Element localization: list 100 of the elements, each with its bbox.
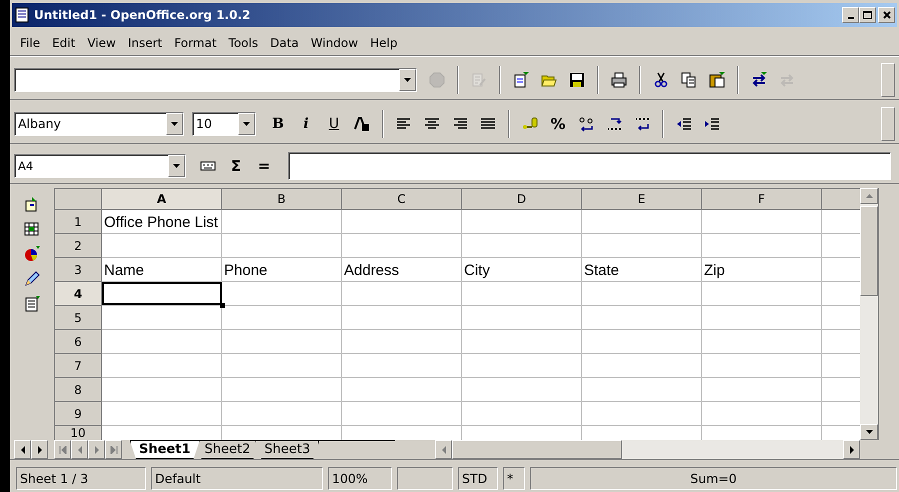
delete-decimal-icon[interactable] (634, 116, 650, 132)
column-header[interactable]: C (342, 189, 462, 210)
font-color-icon[interactable] (354, 116, 370, 132)
sheet-tab[interactable]: Sheet3 (255, 441, 320, 459)
close-icon[interactable] (882, 11, 890, 19)
font-size-field[interactable]: 10 (192, 112, 256, 136)
status-field: STD (458, 467, 498, 490)
align-center-icon[interactable] (424, 116, 440, 132)
scroll-right-icon[interactable] (36, 446, 44, 454)
row-header[interactable]: 6 (55, 330, 102, 354)
align-right-icon[interactable] (452, 116, 468, 132)
previous-sheet-icon[interactable] (76, 446, 84, 454)
scroll-left-button[interactable] (14, 440, 31, 459)
row-header[interactable]: 4 (55, 282, 102, 306)
dropdown-arrow-icon[interactable] (243, 122, 250, 126)
vertical-scrollbar[interactable] (860, 188, 878, 440)
menu-item[interactable]: View (81, 34, 122, 52)
menu-item[interactable]: Window (304, 34, 364, 52)
last-sheet-button[interactable] (105, 440, 122, 459)
column-header[interactable]: D (462, 189, 582, 210)
italic-button[interactable]: i (293, 112, 319, 136)
row-header[interactable]: 9 (55, 402, 102, 426)
menu-item[interactable]: Tools (222, 34, 264, 52)
menu-item[interactable]: File (14, 34, 46, 52)
table-cell-text: Phone (223, 261, 268, 281)
toolbar-scroller[interactable] (881, 106, 895, 140)
select-all-button[interactable] (55, 189, 102, 210)
url-field[interactable] (14, 68, 417, 92)
scroll-left-icon[interactable] (18, 446, 26, 454)
copy-icon[interactable] (681, 72, 697, 88)
column-header[interactable]: E (582, 189, 702, 210)
up-arrow-icon[interactable] (866, 194, 872, 198)
table-cell-text: Office Phone List (103, 213, 219, 233)
menu-item[interactable]: Help (364, 34, 404, 52)
menu-item[interactable]: Edit (46, 34, 82, 52)
next-sheet-icon[interactable] (92, 446, 100, 454)
left-arrow-icon[interactable] (440, 446, 448, 454)
row-header[interactable]: 3 (55, 258, 102, 282)
bold-button[interactable]: B (265, 112, 291, 136)
scroll-right-button[interactable] (31, 440, 48, 459)
row-header[interactable]: 1 (55, 210, 102, 234)
indent-icon[interactable] (704, 116, 720, 132)
row-header[interactable]: 5 (55, 306, 102, 330)
table-icon[interactable] (24, 221, 40, 237)
justify-icon[interactable] (480, 116, 496, 132)
maximize-button[interactable] (859, 7, 876, 23)
printer-icon[interactable] (611, 72, 627, 88)
status-field: 100% (328, 467, 392, 490)
right-arrow-icon[interactable] (848, 446, 856, 454)
status-field: * (503, 467, 525, 490)
menu-item[interactable]: Insert (122, 34, 168, 52)
row-header[interactable]: 8 (55, 378, 102, 402)
align-left-icon[interactable] (396, 116, 412, 132)
row-header[interactable]: 10 (55, 426, 102, 440)
close-button[interactable] (878, 7, 895, 23)
first-sheet-button[interactable] (54, 440, 71, 459)
cell-cursor[interactable] (102, 282, 222, 305)
name-box[interactable]: A4 (14, 154, 186, 178)
underline-button[interactable]: U (321, 112, 347, 136)
row-header[interactable]: 2 (55, 234, 102, 258)
font-name-field[interactable]: Albany (14, 112, 184, 136)
menu-item[interactable]: Data (264, 34, 305, 52)
pencil-icon[interactable] (24, 271, 40, 287)
minimize-button[interactable] (842, 7, 859, 23)
window-title: Untitled1 - OpenOffice.org 1.0.2 (34, 8, 252, 22)
next-sheet-button[interactable] (88, 440, 105, 459)
formula-input[interactable] (288, 152, 891, 180)
column-header[interactable] (822, 189, 860, 210)
column-header[interactable]: F (702, 189, 822, 210)
down-arrow-icon[interactable] (866, 430, 872, 434)
toolbar-button[interactable]: % (545, 112, 571, 136)
sheet-tab[interactable]: Sheet1 (130, 441, 200, 459)
outdent-icon[interactable] (676, 116, 692, 132)
table-cell-text: Name (103, 261, 146, 281)
table-cell-text: State (583, 261, 620, 281)
data-sheet-icon[interactable] (24, 296, 40, 312)
previous-sheet-button[interactable] (71, 440, 88, 459)
menu-item[interactable]: Format (168, 34, 223, 52)
column-header[interactable]: B (222, 189, 342, 210)
table-cell-text: Address (343, 261, 400, 281)
dropdown-arrow-icon[interactable] (404, 78, 411, 82)
clipboard-icon[interactable] (709, 72, 725, 88)
arrows-icon[interactable] (751, 72, 767, 88)
first-sheet-icon[interactable] (58, 446, 66, 454)
horizontal-scrollbar[interactable] (435, 440, 860, 459)
toolbar-button[interactable]: Σ (223, 154, 249, 178)
column-header[interactable]: A (102, 189, 222, 210)
coins-icon[interactable] (522, 116, 538, 132)
dropdown-arrow-icon[interactable] (173, 164, 180, 168)
toolbar-button[interactable]: = (251, 154, 277, 178)
pie-chart-icon[interactable] (24, 246, 40, 262)
toolbar-scroller[interactable] (881, 62, 895, 96)
maximize-icon[interactable] (863, 11, 872, 19)
dropdown-arrow-icon[interactable] (171, 122, 178, 126)
row-header[interactable]: 7 (55, 354, 102, 378)
scissors-icon[interactable] (653, 72, 669, 88)
last-sheet-icon[interactable] (110, 446, 118, 454)
add-decimal-icon[interactable] (606, 116, 622, 132)
number-format-icon[interactable] (578, 116, 594, 132)
new-document-icon[interactable] (513, 72, 529, 88)
